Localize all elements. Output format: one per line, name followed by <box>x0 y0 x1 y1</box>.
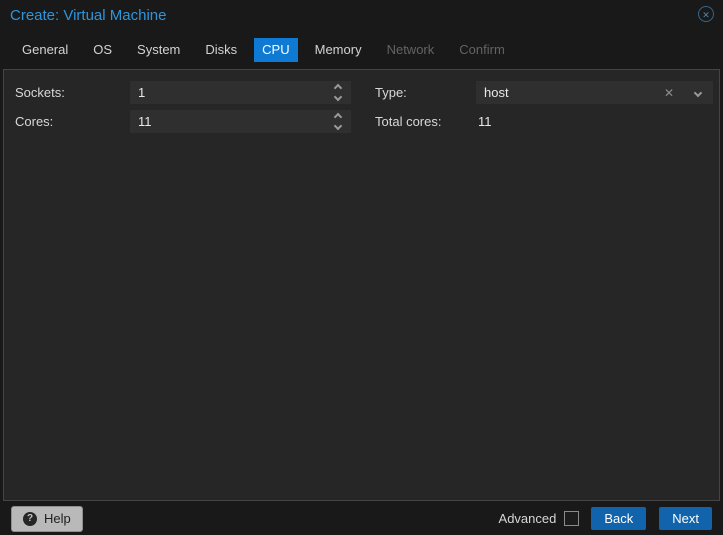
cpu-form-panel: Sockets: Type: ✕ Cores: Total cores: 11 <box>3 69 720 501</box>
sockets-label: Sockets: <box>15 81 65 104</box>
help-button-label: Help <box>44 511 71 526</box>
advanced-label: Advanced <box>499 511 557 526</box>
advanced-checkbox[interactable] <box>564 511 579 526</box>
cores-label: Cores: <box>15 110 53 133</box>
next-button[interactable]: Next <box>659 507 712 530</box>
total-cores-label: Total cores: <box>375 110 441 133</box>
spinner-down-icon[interactable] <box>334 122 342 130</box>
tab-confirm: Confirm <box>451 38 513 62</box>
dialog-title: Create: Virtual Machine <box>10 7 166 24</box>
total-cores-value: 11 <box>478 110 492 133</box>
tab-memory[interactable]: Memory <box>307 38 370 62</box>
cores-input[interactable] <box>130 110 351 133</box>
type-field: ✕ <box>476 81 713 104</box>
tab-network: Network <box>379 38 443 62</box>
footer-actions: Advanced Back Next <box>499 507 712 530</box>
wizard-tab-bar: General OS System Disks CPU Memory Netwo… <box>0 38 723 62</box>
chevron-down-icon[interactable] <box>683 90 713 96</box>
clear-icon[interactable]: ✕ <box>655 86 683 100</box>
cores-field <box>130 110 351 133</box>
sockets-spinner <box>332 81 344 104</box>
type-label: Type: <box>375 81 407 104</box>
back-button[interactable]: Back <box>591 507 646 530</box>
dialog-footer: ? Help Advanced Back Next <box>0 502 723 535</box>
help-icon: ? <box>23 512 37 526</box>
tab-general[interactable]: General <box>14 38 76 62</box>
type-combo-icons: ✕ <box>655 81 713 104</box>
cores-spinner <box>332 110 344 133</box>
dialog-titlebar: Create: Virtual Machine ✕ <box>0 0 723 32</box>
close-icon[interactable]: ✕ <box>698 6 714 22</box>
tab-os[interactable]: OS <box>85 38 120 62</box>
sockets-field <box>130 81 351 104</box>
spinner-up-icon[interactable] <box>334 113 342 121</box>
sockets-input[interactable] <box>130 81 351 104</box>
help-button[interactable]: ? Help <box>11 506 83 532</box>
spinner-up-icon[interactable] <box>334 84 342 92</box>
tab-system[interactable]: System <box>129 38 188 62</box>
tab-disks[interactable]: Disks <box>197 38 245 62</box>
spinner-down-icon[interactable] <box>334 93 342 101</box>
tab-cpu[interactable]: CPU <box>254 38 297 62</box>
